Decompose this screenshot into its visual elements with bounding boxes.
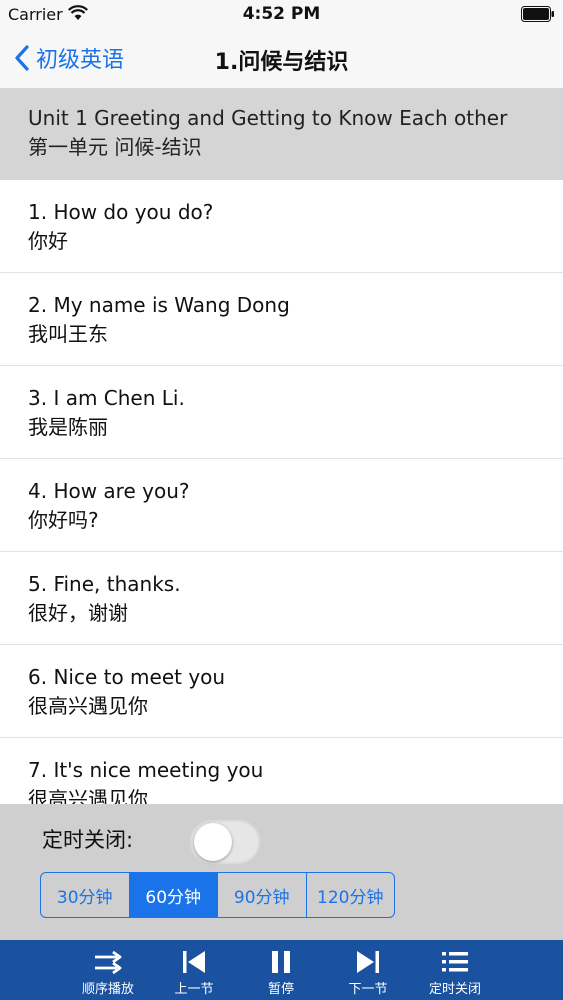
- sentence-en: 4. How are you?: [28, 479, 190, 503]
- list-item[interactable]: 1. How do you do? 你好: [0, 180, 563, 273]
- sentence-zh: 你好吗?: [28, 508, 99, 532]
- page-title: 1.问候与结识: [214, 50, 349, 75]
- list-item[interactable]: 5. Fine, thanks. 很好，谢谢: [0, 552, 563, 645]
- battery-icon: [521, 6, 554, 22]
- sentence-en: 7. It's nice meeting you: [28, 758, 264, 782]
- previous-icon: [183, 951, 205, 973]
- toolbar-label: 上一节: [174, 982, 214, 997]
- sentence-zh: 我是陈丽: [28, 415, 108, 439]
- unit-title-en: Unit 1 Greeting and Getting to Know Each…: [28, 106, 508, 130]
- list-item[interactable]: 4. How are you? 你好吗?: [0, 459, 563, 552]
- timer-option-90[interactable]: 90分钟: [218, 873, 307, 917]
- toolbar-label: 顺序播放: [81, 982, 134, 997]
- list-item[interactable]: 2. My name is Wang Dong 我叫王东: [0, 273, 563, 366]
- sentence-zh: 很高兴遇见你: [28, 694, 148, 718]
- timer-panel: 定时关闭: 30分钟 60分钟 90分钟 120分钟: [0, 804, 563, 940]
- sentence-en: 6. Nice to meet you: [28, 665, 226, 689]
- timer-duration-segmented-control: 30分钟 60分钟 90分钟 120分钟: [40, 872, 395, 918]
- sentence-zh: 很高兴遇见你: [28, 787, 148, 804]
- toolbar-label: 定时关闭: [428, 982, 481, 997]
- sentence-zh: 你好: [28, 229, 68, 253]
- next-button[interactable]: 下一节: [328, 940, 408, 1000]
- sentence-en: 5. Fine, thanks.: [28, 572, 181, 596]
- pause-icon: [272, 951, 290, 973]
- sentence-zh: 很好，谢谢: [28, 601, 128, 625]
- sentence-en: 2. My name is Wang Dong: [28, 293, 290, 317]
- timer-toggle[interactable]: [190, 820, 260, 864]
- player-toolbar: 顺序播放 上一节 暂停 下一节 定时关闭: [0, 940, 563, 1000]
- previous-button[interactable]: 上一节: [154, 940, 234, 1000]
- sequential-play-button[interactable]: 顺序播放: [68, 940, 148, 1000]
- pause-button[interactable]: 暂停: [241, 940, 321, 1000]
- status-bar: Carrier 4:52 PM: [0, 0, 563, 30]
- timer-option-30[interactable]: 30分钟: [41, 873, 130, 917]
- timer-option-60[interactable]: 60分钟: [129, 873, 218, 917]
- list-icon: [442, 952, 468, 972]
- status-time: 4:52 PM: [242, 4, 321, 24]
- sentence-zh: 我叫王东: [28, 322, 108, 346]
- timer-close-button[interactable]: 定时关闭: [415, 940, 495, 1000]
- sentence-en: 3. I am Chen Li.: [28, 386, 185, 410]
- list-item[interactable]: 3. I am Chen Li. 我是陈丽: [0, 366, 563, 459]
- next-icon: [357, 951, 379, 973]
- sentence-en: 1. How do you do?: [28, 200, 214, 224]
- sequential-play-icon: [95, 950, 122, 975]
- list-item[interactable]: 7. It's nice meeting you 很高兴遇见你: [0, 738, 563, 804]
- unit-title-zh: 第一单元 问候-结识: [28, 135, 202, 159]
- navigation-bar: 初级英语 1.问候与结识: [0, 30, 563, 88]
- unit-header: Unit 1 Greeting and Getting to Know Each…: [0, 88, 563, 180]
- timer-label: 定时关闭:: [42, 828, 134, 852]
- timer-option-120[interactable]: 120分钟: [307, 873, 395, 917]
- toggle-knob: [194, 823, 232, 861]
- sentence-list[interactable]: 1. How do you do? 你好 2. My name is Wang …: [0, 180, 563, 804]
- toolbar-label: 暂停: [267, 982, 294, 997]
- toolbar-label: 下一节: [348, 982, 388, 997]
- list-item[interactable]: 6. Nice to meet you 很高兴遇见你: [0, 645, 563, 738]
